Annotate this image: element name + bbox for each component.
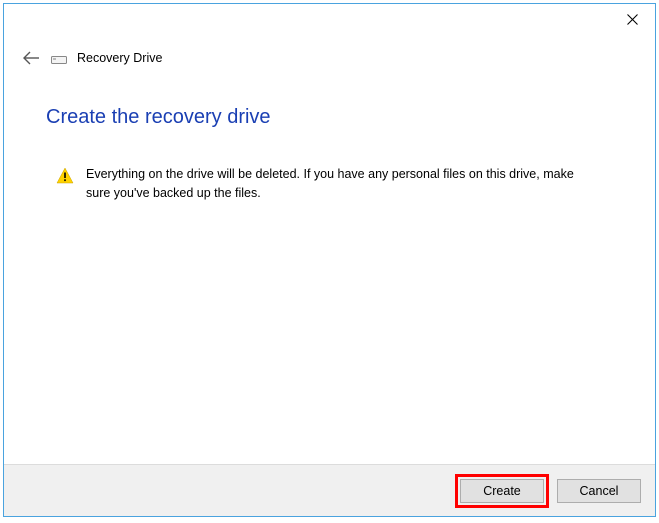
create-button-highlight: Create	[455, 474, 549, 508]
recovery-drive-window: Recovery Drive Create the recovery drive…	[3, 3, 656, 517]
drive-icon	[51, 52, 67, 64]
close-button[interactable]	[609, 4, 655, 34]
app-title: Recovery Drive	[77, 51, 162, 65]
warning-row: Everything on the drive will be deleted.…	[46, 165, 613, 203]
close-icon	[627, 14, 638, 25]
titlebar	[4, 4, 655, 38]
footer-bar: Create Cancel	[4, 464, 655, 516]
page-heading: Create the recovery drive	[46, 106, 613, 129]
warning-text: Everything on the drive will be deleted.…	[86, 165, 586, 203]
header-row: Recovery Drive	[4, 38, 655, 68]
cancel-button[interactable]: Cancel	[557, 479, 641, 503]
warning-icon	[56, 167, 74, 185]
create-button[interactable]: Create	[460, 479, 544, 503]
back-button[interactable]	[21, 48, 41, 68]
back-arrow-icon	[22, 51, 40, 65]
content-area: Create the recovery drive Everything on …	[4, 68, 655, 464]
